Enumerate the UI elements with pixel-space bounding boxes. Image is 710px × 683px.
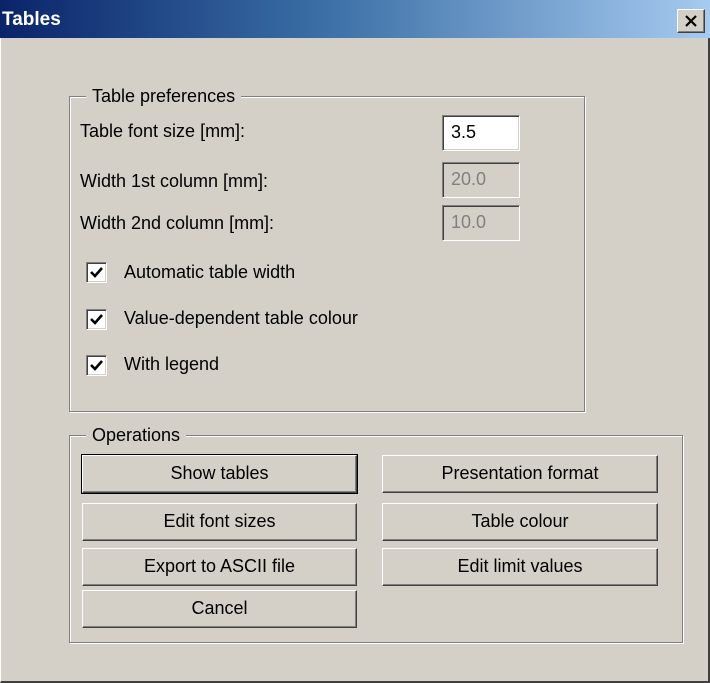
automatic-table-width-checkbox[interactable] [86,262,107,283]
window-title: Tables [2,9,61,30]
with-legend-label[interactable]: With legend [124,354,219,375]
checkmark-icon [90,314,103,325]
automatic-table-width-label[interactable]: Automatic table width [124,262,295,283]
edit-limit-values-button[interactable]: Edit limit values [382,548,658,586]
dialog-client-area: Table preferences Table font size [mm]: … [0,38,710,683]
with-legend-checkbox[interactable] [86,355,107,376]
table-colour-button[interactable]: Table colour [382,503,658,541]
show-tables-button[interactable]: Show tables [81,454,358,494]
font-size-input[interactable]: 3.5 [442,115,520,151]
checkmark-icon [90,267,103,278]
operations-legend: Operations [86,424,187,446]
operations-group: Operations Show tables Presentation form… [69,424,683,643]
title-bar: Tables [0,0,710,38]
width-1st-column-label: Width 1st column [mm]: [80,171,269,191]
cancel-button[interactable]: Cancel [82,590,357,628]
export-ascii-button[interactable]: Export to ASCII file [82,548,357,586]
presentation-format-button[interactable]: Presentation format [382,455,658,493]
edit-font-sizes-button[interactable]: Edit font sizes [82,503,357,541]
table-preferences-group: Table preferences Table font size [mm]: … [69,85,585,412]
checkmark-icon [90,360,103,371]
width-2nd-column-input[interactable]: 10.0 [442,205,520,241]
close-icon [685,15,697,27]
table-preferences-legend: Table preferences [86,85,242,107]
value-dependent-colour-checkbox[interactable] [86,309,107,330]
close-button[interactable] [677,9,705,33]
width-1st-column-input[interactable]: 20.0 [442,162,520,198]
font-size-label: Table font size [mm]: [80,121,246,141]
width-2nd-column-label: Width 2nd column [mm]: [80,213,275,233]
value-dependent-colour-label[interactable]: Value-dependent table colour [124,308,358,329]
